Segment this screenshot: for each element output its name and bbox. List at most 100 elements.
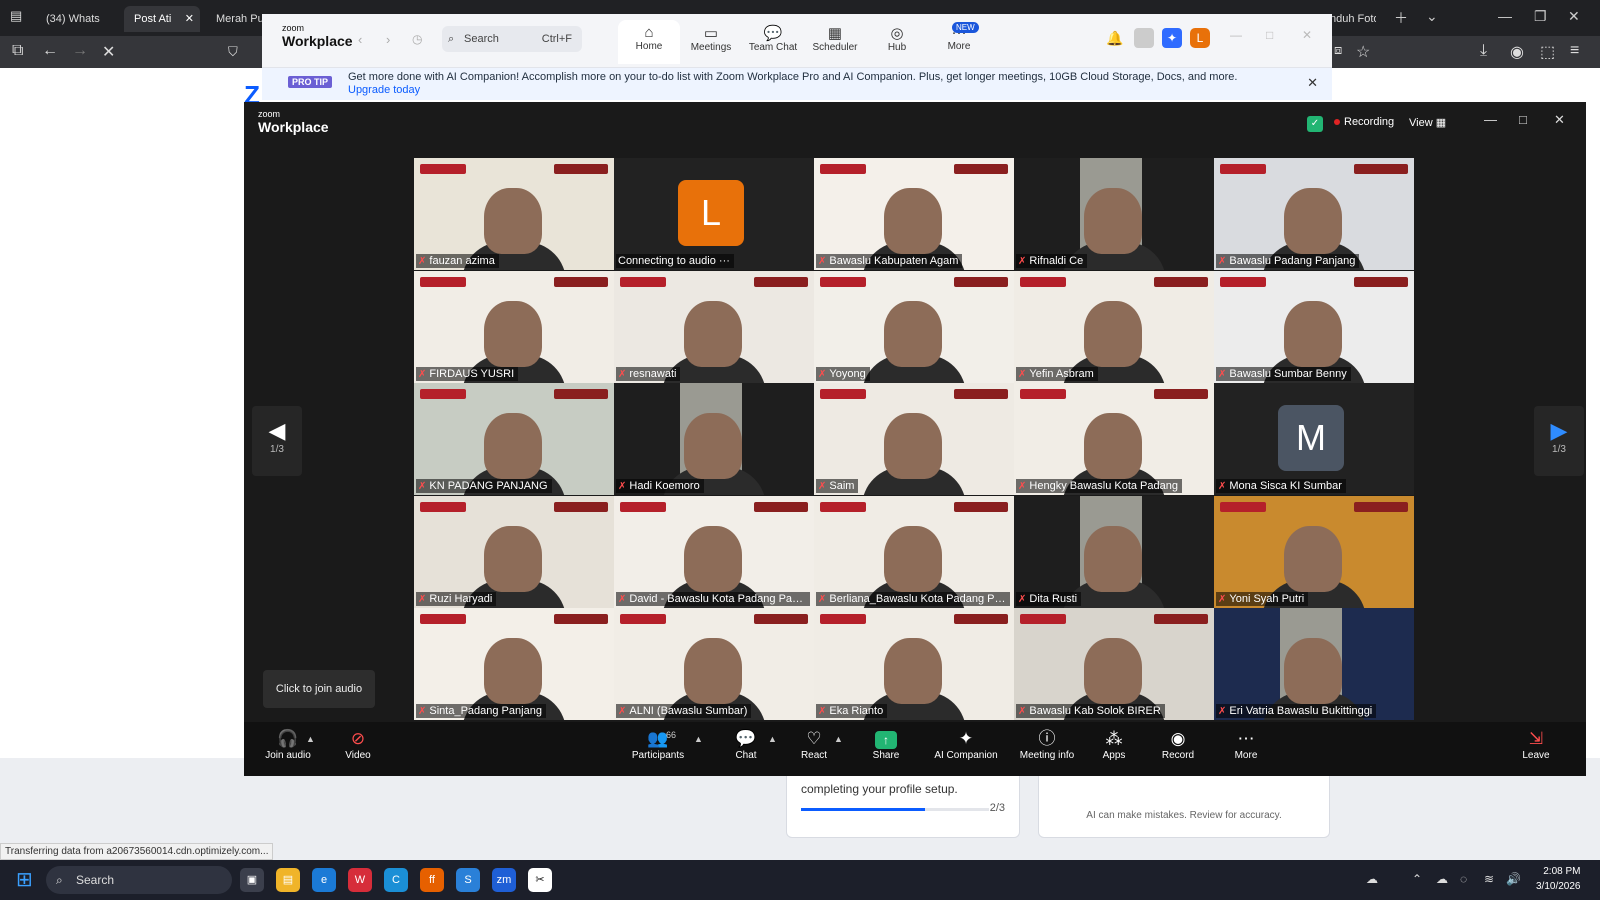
minimize-window-icon[interactable]: — xyxy=(1498,8,1512,24)
ai-companion-button[interactable]: ✦ AI Companion xyxy=(928,728,1004,772)
close-window-icon[interactable]: ✕ xyxy=(1568,8,1580,25)
participant-tile[interactable]: ✗ Eka Rianto xyxy=(814,608,1014,721)
history-icon[interactable]: ◷ xyxy=(412,32,422,46)
whiteboard-icon[interactable] xyxy=(1134,28,1154,48)
menu-icon[interactable]: ≡ xyxy=(1570,42,1579,60)
participant-tile[interactable]: ✗ fauzan azima xyxy=(414,158,614,270)
previous-page-button[interactable]: ◀ 1/3 xyxy=(252,406,302,476)
browser-tab-post[interactable]: Post Ati ✕ xyxy=(124,6,200,32)
bell-icon[interactable]: 🔔 xyxy=(1106,30,1123,47)
taskbar-search-input[interactable]: ⌕ Search xyxy=(46,866,232,894)
back-arrow-icon[interactable]: ← xyxy=(42,42,58,60)
participant-tile[interactable]: ✗ KN PADANG PANJANG xyxy=(414,383,614,496)
close-window-icon[interactable]: ✕ xyxy=(1302,28,1312,42)
participant-tile[interactable]: ✗ Bawaslu Sumbar Benny xyxy=(1214,270,1414,383)
participant-tile[interactable]: L Connecting to audio ··· xyxy=(614,158,814,270)
windows-start-icon[interactable]: ⊞ xyxy=(16,870,33,890)
audio-options-chevron-icon[interactable]: ▲ xyxy=(306,734,315,744)
tray-chevron-icon[interactable]: ⌃ xyxy=(1412,872,1422,886)
participant-tile[interactable]: ✗ Sinta_Padang Panjang xyxy=(414,608,614,721)
next-page-button[interactable]: ▶ 1/3 xyxy=(1534,406,1584,476)
react-button[interactable]: ♡ React xyxy=(794,728,834,772)
app-s-icon[interactable]: S xyxy=(456,868,480,892)
participant-tile[interactable]: ✗ Eri Vatria Bawaslu Bukittinggi xyxy=(1214,608,1414,721)
zoom-app-icon[interactable]: zm xyxy=(492,868,516,892)
taskbar-clock[interactable]: 2:08 PM 3/10/2026 xyxy=(1536,864,1581,894)
capcut-icon[interactable]: ✂ xyxy=(528,868,552,892)
participant-tile[interactable]: ✗ Hadi Koemoro xyxy=(614,383,814,496)
onedrive-icon[interactable]: ☁ xyxy=(1436,872,1448,886)
minimize-meeting-icon[interactable]: — xyxy=(1484,112,1497,127)
participant-tile[interactable]: ✗ Bawaslu Kab Solok BIRER xyxy=(1014,608,1214,721)
encryption-shield-icon[interactable]: ✓ xyxy=(1307,116,1323,132)
location-icon[interactable]: ◌ xyxy=(1460,872,1467,886)
account-icon[interactable]: ◉ xyxy=(1510,42,1524,62)
maximize-window-icon[interactable]: □ xyxy=(1266,28,1273,42)
zoom-search-input[interactable]: ⌕ Search Ctrl+F xyxy=(442,26,582,52)
participant-tile[interactable]: ✗ Hengky Bawaslu Kota Padang xyxy=(1014,383,1214,496)
tab-list-chevron-icon[interactable]: ⌄ xyxy=(1426,8,1438,25)
tab-actions-icon[interactable]: ▤ xyxy=(10,8,22,24)
participant-tile[interactable]: ✗ Saim xyxy=(814,383,1014,496)
bookmark-star-icon[interactable]: ☆ xyxy=(1356,42,1370,62)
edge-browser-icon[interactable]: e xyxy=(312,868,336,892)
apps-button[interactable]: ⁂ Apps xyxy=(1096,728,1132,772)
extensions-icon[interactable]: ⬚ xyxy=(1540,42,1555,62)
participant-tile[interactable]: ✗ David - Bawaslu Kota Padang Panja... xyxy=(614,495,814,608)
browser-tab-unduh-foto[interactable]: nduh Foto xyxy=(1326,6,1376,32)
react-chevron-icon[interactable]: ▲ xyxy=(834,734,843,744)
chat-button[interactable]: 💬 Chat xyxy=(726,728,766,772)
participants-chevron-icon[interactable]: ▲ xyxy=(694,734,703,744)
nav-home[interactable]: ⌂ Home xyxy=(618,20,680,64)
leave-button[interactable]: ⇲ Leave xyxy=(1516,728,1556,772)
browser-tab-whatsapp[interactable]: (34) Whats xyxy=(36,6,118,32)
firefox-icon[interactable]: ff xyxy=(420,868,444,892)
chat-chevron-icon[interactable]: ▲ xyxy=(768,734,777,744)
browser-tab-merah-putih[interactable]: Merah Putih xyxy=(206,6,262,32)
record-button[interactable]: ◉ Record xyxy=(1158,728,1198,772)
nav-team-chat[interactable]: 💬 Team Chat xyxy=(742,20,804,64)
participant-tile[interactable]: ✗ FIRDAUS YUSRI xyxy=(414,270,614,383)
wps-office-icon[interactable]: W xyxy=(348,868,372,892)
video-button[interactable]: ⊘ Video xyxy=(338,728,378,772)
participant-tile[interactable]: ✗ Yefin Asbram xyxy=(1014,270,1214,383)
nav-hub[interactable]: ◎ Hub xyxy=(866,20,928,64)
participant-tile[interactable]: ✗ ALNI (Bawaslu Sumbar) xyxy=(614,608,814,721)
participant-tile[interactable]: ✗ Ruzi Haryadi xyxy=(414,495,614,608)
stop-loading-icon[interactable]: ✕ xyxy=(102,42,115,62)
participant-tile[interactable]: ✗ Rifnaldi Ce xyxy=(1014,158,1214,270)
tab-search-icon[interactable]: ⧉ xyxy=(12,42,23,60)
screenshot-icon[interactable]: ⧈ xyxy=(1334,42,1342,58)
participant-tile[interactable]: ✗ Yoyong xyxy=(814,270,1014,383)
participant-tile[interactable]: ✗ Bawaslu Kabupaten Agam xyxy=(814,158,1014,270)
new-tab-icon[interactable]: ＋ xyxy=(1394,8,1408,28)
meeting-info-button[interactable]: ⓘ Meeting info xyxy=(1014,728,1080,772)
participants-button[interactable]: 👥 Participants xyxy=(628,728,688,772)
nav-meetings[interactable]: ▭ Meetings xyxy=(680,20,742,64)
app-c-icon[interactable]: C xyxy=(384,868,408,892)
onboarding-card[interactable]: completing your profile setup. 2/3 xyxy=(786,776,1020,838)
task-view-icon[interactable]: ▣ xyxy=(240,868,264,892)
wifi-icon[interactable]: ≋ xyxy=(1484,872,1494,886)
more-button[interactable]: ⋯ More xyxy=(1228,728,1264,772)
forward-arrow-icon[interactable]: → xyxy=(72,42,88,60)
recording-indicator[interactable]: Recording xyxy=(1334,116,1394,128)
participant-tile[interactable]: M ✗ Mona Sisca KI Sumbar xyxy=(1214,383,1414,496)
ai-companion-icon[interactable]: ✦ xyxy=(1162,28,1182,48)
participant-tile[interactable]: ✗ Bawaslu Padang Panjang xyxy=(1214,158,1414,270)
share-button[interactable]: ↑ Share xyxy=(866,728,906,772)
weather-icon[interactable]: ☁ xyxy=(1366,872,1378,886)
restore-window-icon[interactable]: ❐ xyxy=(1534,8,1547,25)
volume-icon[interactable]: 🔊 xyxy=(1506,872,1521,886)
forward-arrow-icon[interactable]: › xyxy=(386,32,390,47)
close-meeting-icon[interactable]: ✕ xyxy=(1554,112,1565,128)
participant-tile[interactable]: ✗ Berliana_Bawaslu Kota Padang Panj... xyxy=(814,495,1014,608)
minimize-window-icon[interactable]: — xyxy=(1230,28,1242,42)
profile-avatar[interactable]: L xyxy=(1190,28,1210,48)
back-arrow-icon[interactable]: ‹ xyxy=(358,32,362,47)
shield-icon[interactable]: ⛉ xyxy=(228,44,238,60)
close-tab-icon[interactable]: ✕ xyxy=(185,6,194,32)
file-explorer-icon[interactable]: ▤ xyxy=(276,868,300,892)
participant-tile[interactable]: ✗ Dita Rusti xyxy=(1014,495,1214,608)
participant-tile[interactable]: ✗ resnawati xyxy=(614,270,814,383)
